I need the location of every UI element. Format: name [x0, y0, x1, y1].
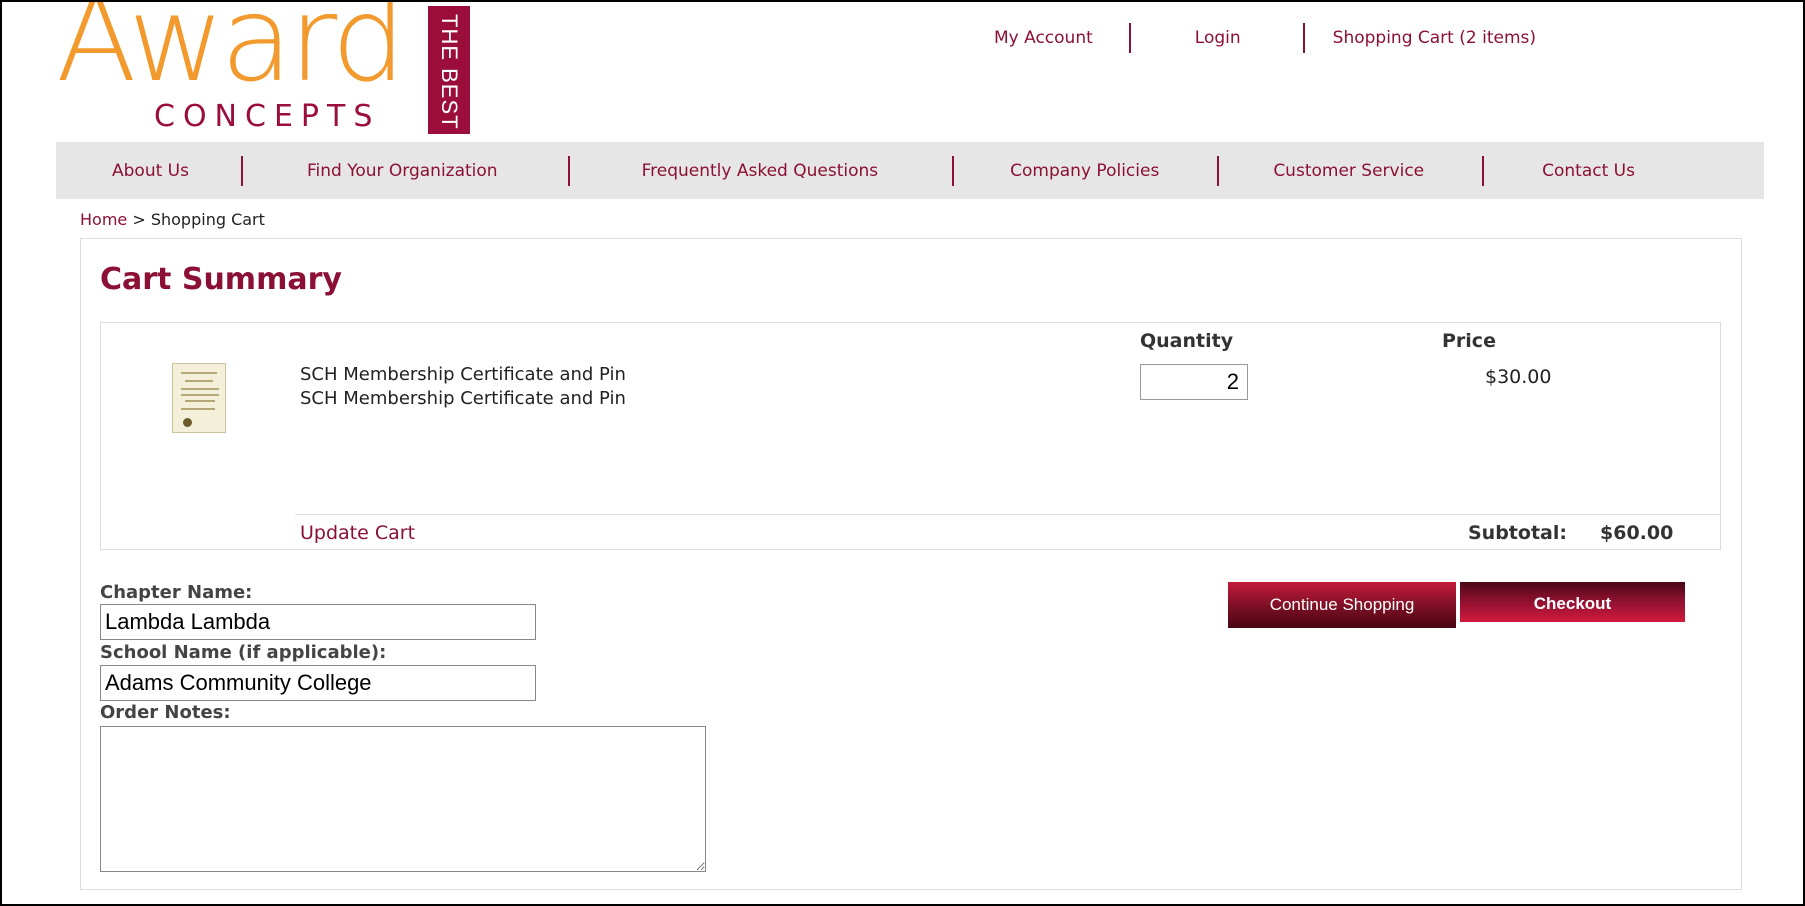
- breadcrumb-home[interactable]: Home: [80, 210, 127, 229]
- breadcrumb-separator: >: [132, 210, 146, 229]
- nav-divider: [1217, 155, 1220, 186]
- continue-shopping-button[interactable]: Continue Shopping: [1228, 582, 1456, 628]
- nav-contact-us[interactable]: Contact Us: [1542, 161, 1635, 181]
- nav-customer-service[interactable]: Customer Service: [1273, 161, 1424, 181]
- cart-items-box: [100, 322, 1721, 550]
- order-notes-label: Order Notes:: [100, 702, 231, 723]
- nav-faq[interactable]: Frequently Asked Questions: [642, 161, 879, 181]
- logo-word: Award: [56, 0, 406, 108]
- quantity-header: Quantity: [1140, 330, 1234, 352]
- page-title: Cart Summary: [100, 262, 342, 297]
- seal-icon: [183, 418, 192, 427]
- nav-divider: [952, 155, 955, 186]
- account-links: My Account Login Shopping Cart (2 items): [960, 23, 1536, 53]
- certificate-thumbnail[interactable]: [172, 363, 226, 433]
- chapter-name-label: Chapter Name:: [100, 582, 253, 603]
- price-header: Price: [1442, 330, 1496, 352]
- link-divider: [1128, 23, 1131, 53]
- school-name-label: School Name (if applicable):: [100, 642, 387, 663]
- logo-subtitle: CONCEPTS: [154, 99, 381, 134]
- subtotal-value: $60.00: [1600, 522, 1674, 544]
- nav-divider: [567, 155, 570, 186]
- login-link[interactable]: Login: [1195, 28, 1241, 48]
- item-price: $30.00: [1485, 366, 1552, 388]
- update-cart-link[interactable]: Update Cart: [300, 522, 415, 544]
- logo-tag: THE BEST: [428, 6, 470, 134]
- link-divider: [1302, 23, 1305, 53]
- school-name-input[interactable]: [100, 665, 536, 701]
- order-notes-textarea[interactable]: [100, 726, 706, 872]
- breadcrumb-current: Shopping Cart: [150, 210, 265, 229]
- cart-divider: [295, 514, 1721, 515]
- item-description: SCH Membership Certificate and Pin: [300, 388, 626, 409]
- breadcrumb: Home > Shopping Cart: [80, 210, 265, 229]
- shopping-cart-link[interactable]: Shopping Cart (2 items): [1333, 28, 1536, 48]
- my-account-link[interactable]: My Account: [994, 28, 1093, 48]
- award-concepts-logo[interactable]: Award CONCEPTS THE BEST: [56, 0, 476, 138]
- nav-divider: [1482, 155, 1485, 186]
- item-name: SCH Membership Certificate and Pin: [300, 364, 626, 385]
- quantity-input[interactable]: [1140, 364, 1248, 400]
- checkout-button[interactable]: Checkout: [1460, 582, 1685, 622]
- main-nav: About Us Find Your Organization Frequent…: [56, 142, 1764, 199]
- nav-company-policies[interactable]: Company Policies: [1010, 161, 1159, 181]
- nav-divider: [240, 155, 243, 186]
- chapter-name-input[interactable]: [100, 604, 536, 640]
- subtotal-label: Subtotal:: [1468, 522, 1567, 544]
- nav-find-organization[interactable]: Find Your Organization: [307, 161, 498, 181]
- nav-about-us[interactable]: About Us: [112, 161, 189, 181]
